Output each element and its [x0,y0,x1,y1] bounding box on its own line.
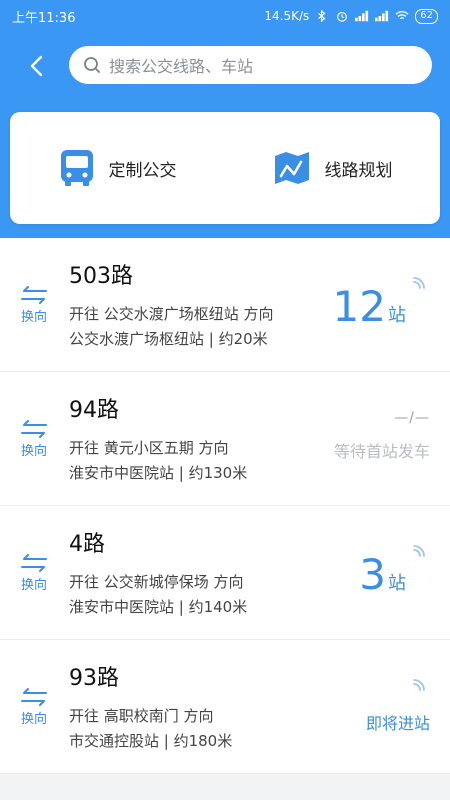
network-speed: 14.5K/s [264,9,310,23]
swap-direction-button[interactable]: 换向 [16,420,52,459]
route-planning-button[interactable]: 线路规划 [225,112,440,224]
route-list: 换向 503路 开往 公交水渡广场枢纽站 方向 公交水渡广场枢纽站 | 约20米… [0,238,450,774]
swap-arrows-icon [21,554,47,572]
custom-bus-label: 定制公交 [108,160,177,181]
route-row[interactable]: 换向 4路 开往 公交新城停保场 方向 淮安市中医院站 | 约140米 3站 [0,506,450,640]
search-icon [84,57,100,73]
status-bar: 上午11:36 14.5K/s 62 [0,0,450,32]
route-row[interactable]: 换向 93路 开往 高职校南门 方向 市交通控股站 | 约180米 即将进站 [0,640,450,774]
stops-count: 3 [359,550,386,599]
stops-count: 12 [332,282,386,331]
swap-direction-button[interactable]: 换向 [16,688,52,727]
route-row[interactable]: 换向 94路 开往 黄元小区五期 方向 淮安市中医院站 | 约130米 —/— … [0,372,450,506]
signal-hd-icon [375,10,389,22]
route-row[interactable]: 换向 503路 开往 公交水渡广场枢纽站 方向 公交水渡广场枢纽站 | 约20米… [0,238,450,372]
stops-away: 12 站 [333,282,406,331]
no-realtime-indicator: —/— [394,410,430,426]
swap-label: 换向 [20,310,47,325]
route-direction: 开往 高职校南门 方向 [69,707,214,725]
shortcut-card: 定制公交 线路规划 [10,112,440,224]
alarm-icon [337,11,348,22]
realtime-signal-icon [413,277,425,289]
battery-indicator: 62 [415,8,438,24]
route-name: 503路 [69,264,133,289]
swap-direction-button[interactable]: 换向 [16,554,52,593]
route-planning-label: 线路规划 [324,160,393,181]
route-direction: 开往 黄元小区五期 方向 [69,439,229,457]
route-direction: 开往 公交新城停保场 方向 [69,573,244,591]
stops-away: 3站 [359,550,406,599]
chevron-left-icon [30,55,43,77]
swap-direction-button[interactable]: 换向 [16,286,52,325]
stops-unit: 站 [388,305,406,326]
swap-label: 换向 [20,712,47,727]
swap-arrows-icon [21,688,47,706]
clock: 上午11:36 [12,10,76,26]
back-button[interactable] [20,50,52,82]
route-name: 93路 [69,666,119,691]
realtime-signal-icon [413,545,425,557]
route-name: 94路 [69,398,119,423]
search-placeholder: 搜索公交线路、车站 [109,57,254,76]
wifi-icon [395,11,409,20]
signal-icon [355,10,369,22]
route-direction: 开往 公交水渡广场枢纽站 方向 [69,305,274,323]
swap-label: 换向 [20,444,47,459]
top-bar: 搜索公交线路、车站 [0,46,450,84]
swap-label: 换向 [20,578,47,593]
realtime-signal-icon [413,679,425,691]
swap-arrows-icon [21,286,47,304]
custom-bus-button[interactable]: 定制公交 [10,112,225,224]
route-nearest-stop: 淮安市中医院站 | 约130米 [69,464,248,482]
swap-arrows-icon [21,420,47,438]
bus-icon [60,150,93,186]
search-input[interactable]: 搜索公交线路、车站 [69,46,432,84]
route-nearest-stop: 淮安市中医院站 | 约140米 [69,598,248,616]
map-route-icon [274,152,309,184]
route-nearest-stop: 公交水渡广场枢纽站 | 约20米 [69,330,268,348]
bluetooth-icon [318,10,326,22]
route-name: 4路 [69,532,105,557]
route-status: 即将进站 [365,714,430,733]
route-status: 等待首站发车 [333,442,430,461]
stops-unit: 站 [388,573,406,594]
route-nearest-stop: 市交通控股站 | 约180米 [69,732,233,750]
